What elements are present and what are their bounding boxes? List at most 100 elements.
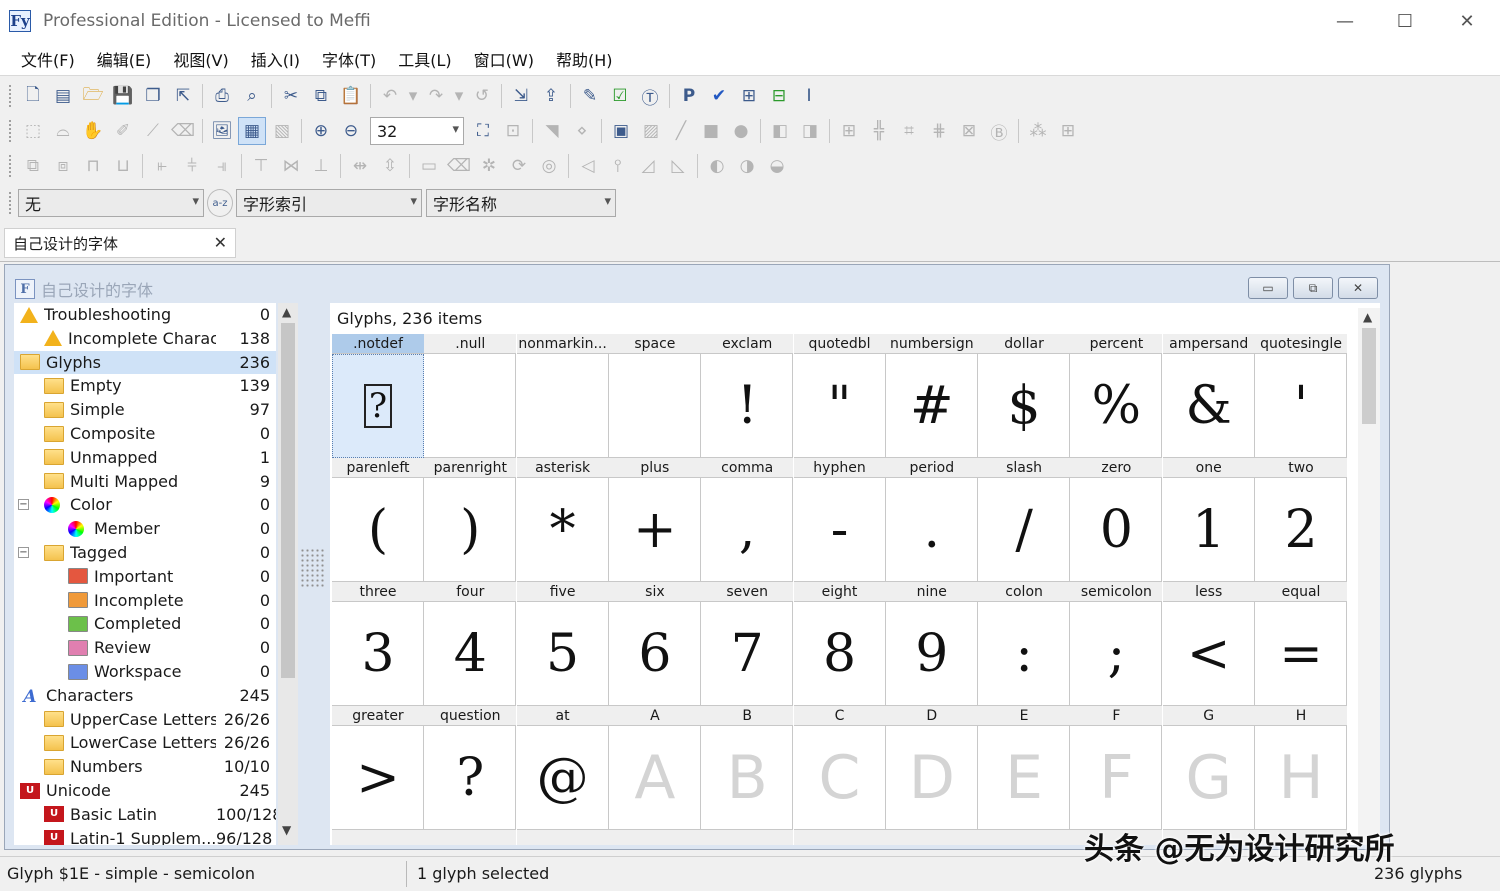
bold-box-icon[interactable]: Ⓑ: [985, 117, 1013, 145]
refresh-icon[interactable]: ↺: [468, 82, 496, 110]
exclude-icon[interactable]: ⊔: [109, 152, 137, 180]
subtract-icon[interactable]: ⧈: [49, 152, 77, 180]
mdi-close-button[interactable]: ✕: [1338, 277, 1378, 299]
glyph-cell[interactable]: asterisk *: [516, 458, 609, 582]
tree-item[interactable]: Incomplete 0: [14, 589, 276, 612]
zoom-in-icon[interactable]: ⊕: [307, 117, 335, 145]
bbox-icon[interactable]: ⌗: [895, 117, 923, 145]
glyph-cell[interactable]: AA: [608, 706, 701, 830]
tree-item[interactable]: Member 0: [14, 517, 276, 540]
brush-icon[interactable]: ⟋: [139, 117, 167, 145]
align-left-icon[interactable]: ⫦: [148, 152, 176, 180]
glyph-cell[interactable]: DD: [885, 706, 978, 830]
new-window-icon[interactable]: ▤: [49, 82, 77, 110]
mdi-restore-button[interactable]: ⧉: [1293, 277, 1333, 299]
generate-icon[interactable]: ⇪: [537, 82, 565, 110]
validate-icon[interactable]: ✎: [576, 82, 604, 110]
rectangle-icon[interactable]: ■: [697, 117, 725, 145]
eraser-icon[interactable]: ⌫: [169, 117, 197, 145]
node-icon[interactable]: ⋄: [568, 117, 596, 145]
align-bottom-icon[interactable]: ⊥: [307, 152, 335, 180]
glyph-cell[interactable]: [978, 830, 1071, 845]
tree-item[interactable]: A Characters 245: [14, 684, 276, 708]
glyph-cell[interactable]: .null: [424, 334, 517, 458]
tree-item[interactable]: Composite 0: [14, 422, 276, 445]
align-middle-icon[interactable]: ⋈: [277, 152, 305, 180]
glyph-cell[interactable]: semicolon;: [1070, 582, 1163, 706]
glyph-cell[interactable]: parenleft (: [332, 458, 424, 582]
hand-icon[interactable]: ✋: [79, 117, 107, 145]
cut-icon[interactable]: ✂: [277, 82, 305, 110]
minimize-button[interactable]: —: [1314, 0, 1376, 42]
distribute-h-icon[interactable]: ⇹: [346, 152, 374, 180]
glyph-cell[interactable]: less <: [1162, 582, 1255, 706]
line-icon[interactable]: ╱: [667, 117, 695, 145]
xml-icon[interactable]: ⊞: [735, 82, 763, 110]
pen-icon[interactable]: ✐: [109, 117, 137, 145]
panel-icon[interactable]: ▭: [415, 152, 443, 180]
glyph-cell[interactable]: [701, 830, 794, 845]
glyph-cell[interactable]: quotesingle ': [1255, 334, 1347, 458]
tree-item[interactable]: Completed 0: [14, 612, 276, 635]
flip-v-icon[interactable]: ⫯: [604, 152, 632, 180]
rect-select-icon[interactable]: ⬚: [19, 117, 47, 145]
skew-icon[interactable]: ◿: [634, 152, 662, 180]
tree-item[interactable]: Workspace 0: [14, 660, 276, 683]
redo-icon[interactable]: ↷: [422, 82, 450, 110]
scroll-down-icon[interactable]: ▼: [282, 823, 291, 837]
bitmap-icon[interactable]: ▣: [607, 117, 635, 145]
lasso-icon[interactable]: ⌓: [49, 117, 77, 145]
glyph-cell[interactable]: [332, 830, 424, 845]
save-icon[interactable]: 💾: [109, 82, 137, 110]
glyph-cell[interactable]: three 3: [332, 582, 424, 706]
outline-icon[interactable]: ◒: [763, 152, 791, 180]
glyph-cell[interactable]: at @: [516, 706, 609, 830]
prev-icon[interactable]: ◧: [766, 117, 794, 145]
glyph-cell[interactable]: FF: [1070, 706, 1163, 830]
glyph-cell[interactable]: seven 7: [701, 582, 794, 706]
menu-item[interactable]: 视图(V): [162, 47, 239, 71]
table-icon[interactable]: ⊞: [835, 117, 863, 145]
menu-item[interactable]: 工具(L): [387, 47, 462, 71]
tree-item[interactable]: U Latin-1 Supplem... 96/128: [14, 827, 276, 845]
zoom-out-icon[interactable]: ⊖: [337, 117, 365, 145]
glyph-cell[interactable]: colon:: [978, 582, 1071, 706]
tree-item[interactable]: U Basic Latin 100/128: [14, 803, 276, 826]
menu-item[interactable]: 插入(I): [240, 47, 311, 71]
new-file-icon[interactable]: 🗋: [19, 82, 47, 110]
toolbar-grip[interactable]: [8, 191, 12, 215]
menu-item[interactable]: 字体(T): [311, 47, 387, 71]
cross-grid-icon[interactable]: ╬: [865, 117, 893, 145]
export-icon[interactable]: ⇱: [169, 82, 197, 110]
transform-icon[interactable]: ⋕: [925, 117, 953, 145]
align-top-icon[interactable]: ⊤: [247, 152, 275, 180]
split-icon[interactable]: ◑: [733, 152, 761, 180]
image-icon[interactable]: 🖼: [208, 117, 236, 145]
glyph-cell[interactable]: equal =: [1255, 582, 1347, 706]
glyph-cell[interactable]: nonmarkin...: [516, 334, 609, 458]
scale-icon[interactable]: ◎: [535, 152, 563, 180]
undo-dropdown-icon[interactable]: ▾: [406, 82, 420, 110]
glyph-cell[interactable]: [793, 830, 886, 845]
distribute-v-icon[interactable]: ⇳: [376, 152, 404, 180]
glyph-cell[interactable]: period.: [885, 458, 978, 582]
glyph-cell[interactable]: five 5: [516, 582, 609, 706]
tree-item[interactable]: Important 0: [14, 565, 276, 588]
glyph-cell[interactable]: BB: [701, 706, 794, 830]
tree-item[interactable]: Incomplete Charact... 138: [14, 327, 276, 350]
glyph-cell[interactable]: GG: [1162, 706, 1255, 830]
toolbar-grip[interactable]: [8, 154, 12, 178]
sort-icon[interactable]: a-z: [207, 189, 233, 217]
open-folder-icon[interactable]: 🗁: [79, 82, 107, 110]
union-icon[interactable]: ⧉: [19, 152, 47, 180]
guides-icon[interactable]: ▧: [268, 117, 296, 145]
filter-combo-3[interactable]: 字形名称 ▾: [426, 189, 616, 217]
close-tab-icon[interactable]: ✕: [214, 233, 227, 252]
grid-scrollbar[interactable]: ▲: [1358, 308, 1380, 845]
next-icon[interactable]: ◨: [796, 117, 824, 145]
tree-item[interactable]: LowerCase Letters 26/26: [14, 731, 276, 754]
glyph-cell[interactable]: question?: [424, 706, 517, 830]
preview-icon[interactable]: P: [675, 82, 703, 110]
splitter-handle[interactable]: [300, 548, 324, 588]
paste-icon[interactable]: 📋: [337, 82, 365, 110]
